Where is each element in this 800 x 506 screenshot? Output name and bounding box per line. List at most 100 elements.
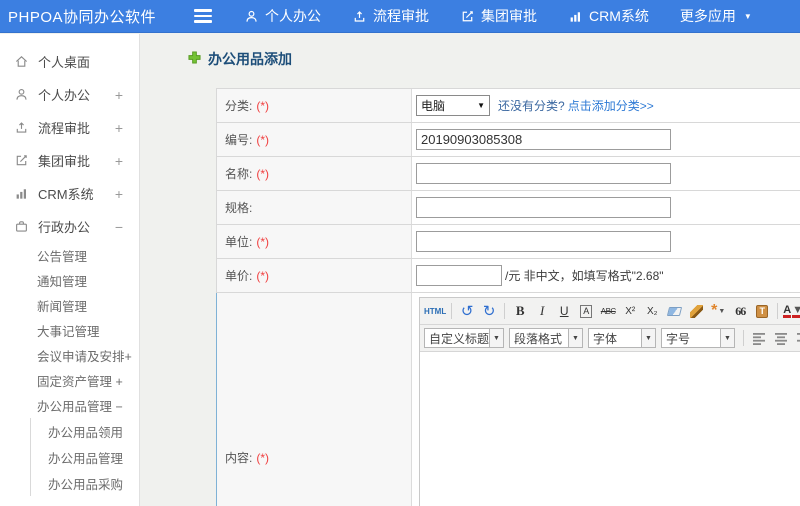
category-label: 分类: (*)	[217, 89, 412, 122]
custom-title-dropdown[interactable]: 自定义标题 ▼	[424, 328, 504, 348]
sidebar-item-supplies-purchase[interactable]: 办公用品采购	[31, 470, 139, 496]
toolbar-separator	[451, 303, 453, 319]
editor-toolbar-row1: HTML ↺ ↻ B I U A ABC X² X₂ * ▼ 66 T A	[420, 298, 800, 325]
blockquote-button[interactable]: 66	[730, 301, 750, 321]
required-mark: (*)	[256, 98, 270, 113]
format-brush-icon[interactable]	[686, 301, 706, 321]
briefcase-icon	[14, 219, 29, 234]
sidebar-subsub-label: 办公用品管理	[48, 451, 124, 466]
sidebar-item-label: 个人办公	[38, 88, 91, 103]
toolbar-separator	[504, 303, 506, 319]
toolbar-separator	[777, 303, 779, 319]
unit-label: 单位: (*)	[217, 225, 412, 258]
sidebar-item-supplies-requisition[interactable]: 办公用品领用	[31, 418, 139, 444]
paragraph-format-dropdown[interactable]: 段落格式 ▼	[509, 328, 583, 348]
sidebar-item-notice-mgmt[interactable]: 通知管理	[0, 268, 139, 293]
expand-toggle[interactable]: +	[115, 153, 123, 169]
sidebar-subsub-label: 办公用品采购	[48, 477, 124, 492]
expand-toggle[interactable]: +	[115, 186, 123, 202]
edit-square-icon	[14, 153, 29, 168]
superscript-button[interactable]: X²	[620, 301, 640, 321]
align-right-icon[interactable]	[793, 328, 800, 348]
format-a-button[interactable]: A	[576, 301, 596, 321]
process-icon	[352, 9, 367, 24]
sidebar-item-memorabilia-mgmt[interactable]: 大事记管理	[0, 318, 139, 343]
top-navigation: 个人办公 流程审批 集团审批 CRM系统 更多应用 ▼	[244, 6, 752, 26]
nav-process-approval[interactable]: 流程审批	[352, 6, 429, 26]
sidebar-item-supplies-management[interactable]: 办公用品管理	[31, 444, 139, 470]
form-row-price: 单价: (*) /元 非中文，如填写格式"2.68"	[216, 259, 800, 293]
nav-crm-system[interactable]: CRM系统	[568, 6, 649, 26]
sidebar-item-personal-office[interactable]: 个人办公 +	[0, 78, 139, 111]
sidebar-item-announcement-mgmt[interactable]: 公告管理	[0, 243, 139, 268]
nav-more-apps[interactable]: 更多应用 ▼	[680, 6, 752, 26]
nav-label: CRM系统	[589, 8, 649, 24]
caret-down-icon: ▼	[568, 329, 582, 347]
sidebar-item-admin-office[interactable]: 行政办公 −	[0, 210, 139, 243]
redo-icon[interactable]: ↻	[479, 301, 499, 321]
caret-down-icon: ▼	[641, 329, 655, 347]
form-row-content: 内容: (*) HTML ↺ ↻ B I U A ABC X² X₂ * ▼ 6…	[216, 293, 800, 506]
undo-icon[interactable]: ↺	[457, 301, 477, 321]
nav-personal-office[interactable]: 个人办公	[244, 6, 321, 26]
spec-input[interactable]	[416, 197, 671, 218]
price-label: 单价: (*)	[217, 259, 412, 292]
code-input[interactable]	[416, 129, 671, 150]
sidebar-item-news-mgmt[interactable]: 新闻管理	[0, 293, 139, 318]
content-label: 内容: (*)	[217, 293, 412, 506]
sidebar-item-office-supplies-mgmt[interactable]: 办公用品管理 −	[0, 393, 139, 418]
editor-toolbar-row2: 自定义标题 ▼ 段落格式 ▼ 字体 ▼ 字号 ▼	[420, 325, 800, 352]
sidebar-item-crm[interactable]: CRM系统 +	[0, 177, 139, 210]
sidebar: 个人桌面 个人办公 + 流程审批 + 集团审批 + CRM系统 + 行政办公 −…	[0, 34, 140, 506]
sidebar-item-group-approval[interactable]: 集团审批 +	[0, 144, 139, 177]
nav-label: 集团审批	[481, 8, 537, 24]
font-size-dropdown[interactable]: 字号 ▼	[661, 328, 735, 348]
html-source-button[interactable]: HTML	[424, 301, 446, 321]
required-mark: (*)	[256, 268, 270, 283]
name-input[interactable]	[416, 163, 671, 184]
nav-label: 更多应用	[679, 8, 736, 24]
required-mark: (*)	[256, 234, 270, 249]
sidebar-item-fixed-assets-mgmt[interactable]: 固定资产管理 +	[0, 368, 139, 393]
expand-toggle[interactable]: +	[115, 87, 123, 103]
sidebar-item-process-approval[interactable]: 流程审批 +	[0, 111, 139, 144]
align-left-icon[interactable]	[749, 328, 769, 348]
unit-input[interactable]	[416, 231, 671, 252]
add-supplies-form: 分类: (*) 电脑 ▼ 还没有分类? 点击添加分类>> 编号: (*) 201…	[216, 88, 800, 506]
sidebar-item-personal-desktop[interactable]: 个人桌面	[0, 45, 139, 78]
sidebar-sub-label: 会议申请及安排+	[37, 350, 132, 364]
spec-label: 规格:	[217, 191, 412, 224]
hamburger-menu-icon[interactable]	[194, 9, 212, 23]
price-input[interactable]	[416, 265, 502, 286]
person-icon	[14, 87, 29, 102]
italic-button[interactable]: I	[532, 301, 552, 321]
category-selected-value: 电脑	[421, 99, 446, 113]
nav-group-approval[interactable]: 集团审批	[460, 6, 537, 26]
font-family-dropdown[interactable]: 字体 ▼	[588, 328, 656, 348]
auto-typeset-button[interactable]: * ▼	[708, 301, 728, 321]
form-row-code: 编号: (*)	[216, 123, 800, 157]
sidebar-sub-label: 通知管理	[37, 275, 88, 289]
expand-toggle[interactable]: +	[115, 120, 123, 136]
app-logo[interactable]: PHPOA协同办公软件	[0, 6, 178, 27]
select-caret-icon: ▼	[477, 101, 485, 110]
category-select[interactable]: 电脑 ▼	[416, 95, 490, 116]
subscript-button[interactable]: X₂	[642, 301, 662, 321]
sidebar-item-label: 流程审批	[38, 121, 91, 136]
align-center-icon[interactable]	[771, 328, 791, 348]
sidebar-item-label: 个人桌面	[38, 55, 91, 70]
expand-toggle[interactable]: −	[115, 219, 123, 235]
strikethrough-button[interactable]: ABC	[598, 301, 618, 321]
top-header: PHPOA协同办公软件 个人办公 流程审批 集团审批 CRM系统 更多应用 ▼	[0, 0, 800, 33]
sidebar-item-meeting-request[interactable]: 会议申请及安排+	[0, 343, 139, 368]
bold-button[interactable]: B	[510, 301, 530, 321]
font-color-button[interactable]: A ▼	[783, 301, 800, 321]
paste-as-text-icon[interactable]: T	[752, 301, 772, 321]
process-icon	[14, 120, 29, 135]
editor-content-area[interactable]	[420, 352, 800, 506]
underline-button[interactable]: U	[554, 301, 574, 321]
eraser-icon[interactable]	[664, 301, 684, 321]
page-title-text: 办公用品添加	[208, 51, 292, 67]
add-category-link[interactable]: 点击添加分类>>	[568, 97, 654, 114]
office-supplies-submenu: 办公用品领用 办公用品管理 办公用品采购	[30, 418, 139, 496]
